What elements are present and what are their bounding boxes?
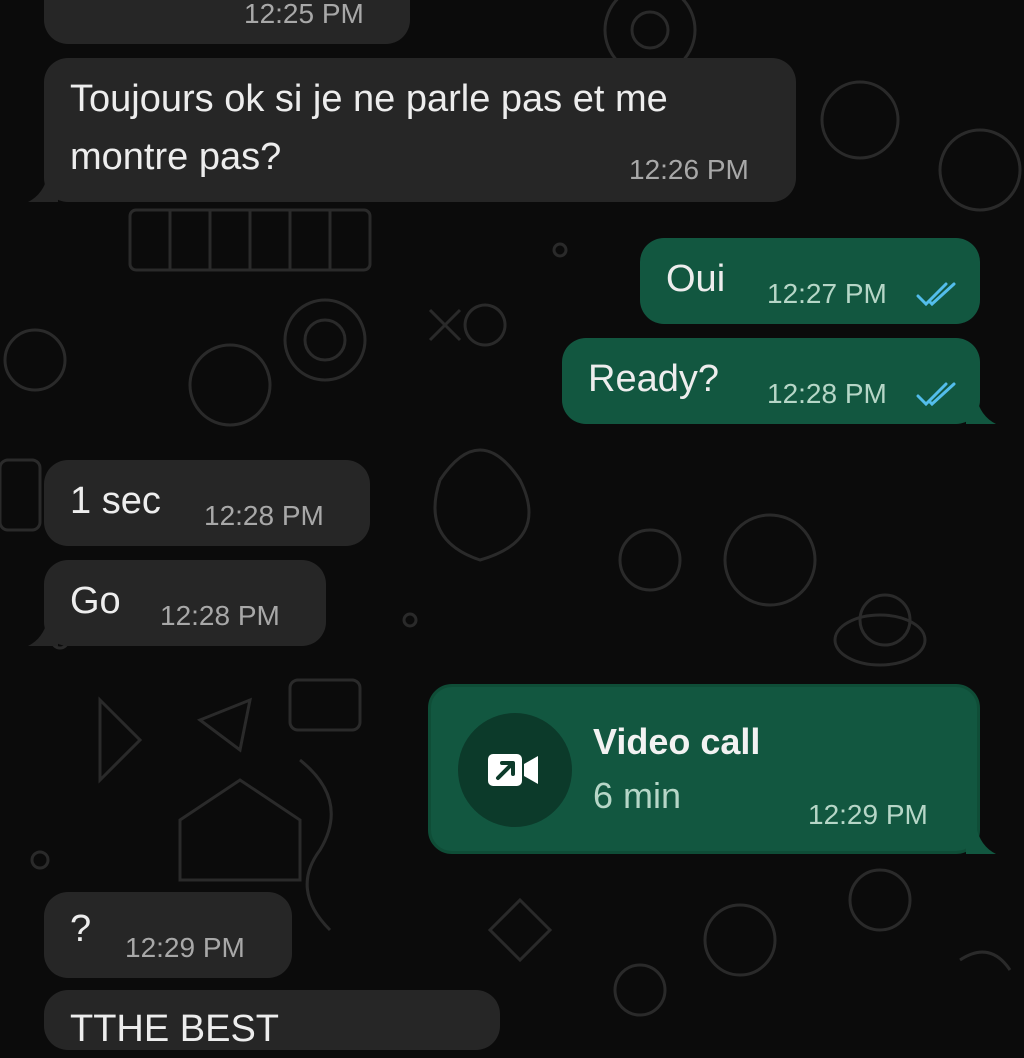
- message-bubble-incoming[interactable]: 1 sec 12:28 PM: [44, 460, 370, 546]
- message-time: 12:26 PM: [629, 154, 749, 185]
- message-time: 12:29 PM: [808, 799, 928, 830]
- message-text: Ready?: [588, 358, 719, 400]
- call-title: Video call: [593, 721, 761, 762]
- bubble-tail: [28, 174, 58, 202]
- message-text: Oui oui: [70, 0, 190, 14]
- message-text: Oui: [666, 258, 726, 300]
- read-receipt-icon: [916, 282, 956, 307]
- bubble-tail: [966, 396, 996, 424]
- message-text: TTHE BEST: [70, 1008, 280, 1050]
- message-bubble-incoming[interactable]: Toujours ok si je ne parle pas et me mon…: [44, 58, 796, 202]
- message-text-line-1: Toujours ok si je ne parle pas et me: [70, 78, 668, 120]
- outgoing-video-call-icon: [488, 754, 538, 786]
- message-time: 12:29 PM: [125, 932, 245, 963]
- video-call-bubble[interactable]: Video call 6 min 12:29 PM: [428, 684, 980, 854]
- message-bubble-incoming[interactable]: Oui oui 12:25 PM: [44, 0, 410, 44]
- message-time: 12:28 PM: [767, 378, 887, 409]
- read-receipt-icon: [916, 382, 956, 407]
- message-text: ?: [70, 908, 92, 950]
- message-time: 12:28 PM: [160, 600, 280, 631]
- message-bubble-incoming[interactable]: Go 12:28 PM: [44, 560, 326, 646]
- call-duration: 6 min: [593, 775, 682, 816]
- message-time: 12:27 PM: [767, 278, 887, 309]
- message-time: 12:25 PM: [244, 0, 364, 29]
- bubble-tail: [966, 826, 996, 854]
- message-time: 12:28 PM: [204, 500, 324, 531]
- message-bubble-incoming[interactable]: TTHE BEST: [44, 990, 500, 1050]
- message-bubble-outgoing[interactable]: Oui 12:27 PM: [640, 238, 980, 324]
- message-text-line-2: montre pas?: [70, 136, 282, 178]
- message-bubble-incoming[interactable]: ? 12:29 PM: [44, 892, 292, 978]
- message-text: 1 sec: [70, 480, 161, 522]
- message-bubble-outgoing[interactable]: Ready? 12:28 PM: [562, 338, 980, 424]
- call-icon-background: [458, 713, 572, 827]
- bubble-tail: [28, 618, 58, 646]
- message-text: Go: [70, 580, 121, 622]
